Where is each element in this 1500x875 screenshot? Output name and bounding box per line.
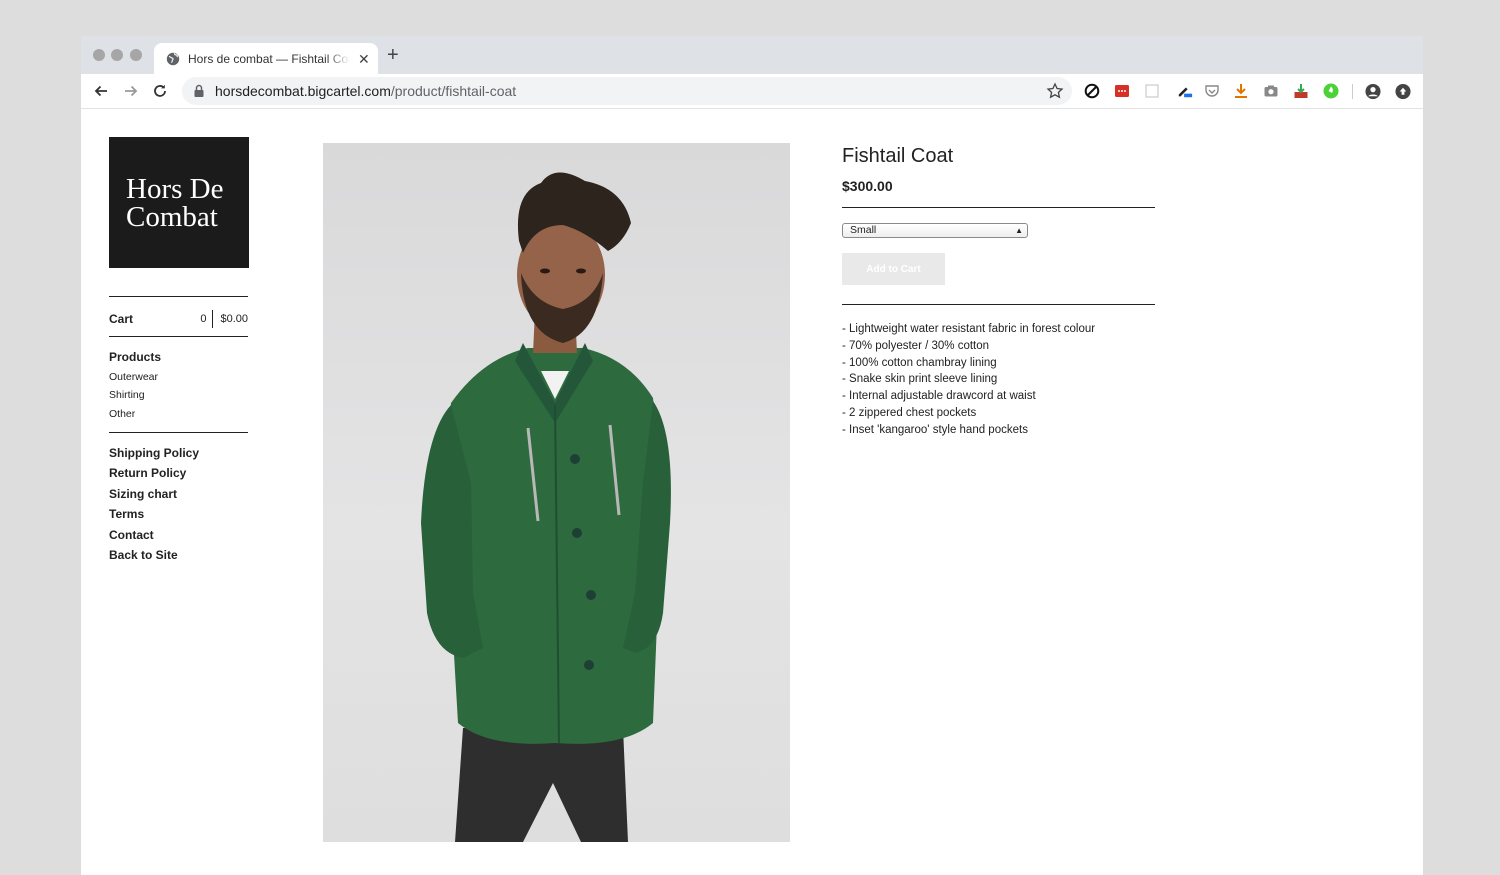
profile-icon[interactable] (1365, 83, 1381, 99)
block-icon[interactable] (1084, 83, 1100, 99)
product-price: $300.00 (842, 178, 893, 194)
maximize-window-button[interactable] (130, 49, 142, 61)
cart-label: Cart (109, 312, 134, 326)
reload-icon[interactable] (151, 82, 169, 100)
back-arrow-icon[interactable] (92, 82, 110, 100)
tab-title: Hors de combat — Fishtail Coat (188, 51, 350, 66)
description-line: - 2 zippered chest pockets (842, 406, 977, 419)
description-line: - 70% polyester / 30% cotton (842, 339, 990, 352)
inbox-download-icon[interactable] (1293, 83, 1309, 99)
sidebar-divider (109, 432, 248, 433)
tab-strip: Hors de combat — Fishtail Coat ✕ + (81, 36, 1423, 74)
url-path: /product/fishtail-coat (390, 83, 517, 99)
product-title: Fishtail Coat (842, 145, 954, 167)
product-photo[interactable] (323, 143, 790, 842)
cart-count: 0 (200, 313, 207, 325)
logo-line-2: Combat (126, 201, 218, 233)
category-shirting[interactable]: Shirting (109, 389, 145, 401)
camera-icon[interactable] (1263, 83, 1279, 99)
size-select-value: Small (850, 224, 877, 236)
lock-icon[interactable] (193, 84, 205, 98)
minimize-window-button[interactable] (111, 49, 123, 61)
ellipsis-extension-icon[interactable] (1114, 83, 1130, 99)
browser-toolbar: horsdecombat.bigcartel.com/product/fisht… (81, 74, 1423, 109)
cart-divider (212, 310, 214, 328)
description-line: - Lightweight water resistant fabric in … (842, 323, 1096, 335)
new-tab-button[interactable]: + (387, 45, 399, 65)
description-line: - Snake skin print sleeve lining (842, 373, 998, 386)
size-select[interactable]: Small ▲ (842, 223, 1028, 238)
globe-icon (166, 52, 180, 66)
category-outerwear[interactable]: Outerwear (109, 371, 158, 383)
download-arrow-icon[interactable] (1233, 83, 1249, 99)
pocket-icon[interactable] (1204, 83, 1220, 99)
select-arrows-icon: ▲ (1015, 226, 1023, 235)
tab-active[interactable]: Hors de combat — Fishtail Coat ✕ (154, 43, 378, 74)
add-to-cart-button[interactable]: Add to Cart (842, 253, 945, 285)
product-divider (842, 304, 1155, 305)
cart-summary[interactable]: Cart 0 $0.00 (109, 307, 248, 331)
url-host: horsdecombat.bigcartel.com (215, 83, 391, 99)
description-line: - 100% cotton chambray lining (842, 356, 997, 369)
logo-line-1: Hors De (126, 173, 224, 205)
sidebar-divider (109, 336, 248, 337)
green-extension-icon[interactable] (1323, 83, 1339, 99)
upload-circle-icon[interactable] (1395, 83, 1411, 99)
store-page: Hors De Combat Cart 0 $0.00 Products Out… (81, 110, 1423, 875)
products-heading[interactable]: Products (109, 350, 161, 364)
url-text: horsdecombat.bigcartel.com/product/fisht… (215, 83, 516, 99)
category-other[interactable]: Other (109, 408, 135, 420)
product-divider (842, 207, 1155, 208)
blank-page-icon[interactable] (1144, 83, 1160, 99)
store-logo[interactable]: Hors De Combat (109, 137, 249, 268)
description-line: - Inset 'kangaroo' style hand pockets (842, 423, 1028, 436)
browser-window: Hors de combat — Fishtail Coat ✕ + horsd… (81, 36, 1423, 875)
link-shipping-policy[interactable]: Shipping Policy (109, 446, 199, 460)
address-bar[interactable]: horsdecombat.bigcartel.com/product/fisht… (182, 77, 1072, 105)
tab-close-icon[interactable]: ✕ (358, 52, 370, 66)
link-sizing-chart[interactable]: Sizing chart (109, 487, 177, 501)
forward-arrow-icon[interactable] (122, 82, 140, 100)
close-window-button[interactable] (93, 49, 105, 61)
product-description: - Lightweight water resistant fabric in … (842, 321, 1095, 439)
toolbar-separator (1352, 84, 1353, 99)
link-return-policy[interactable]: Return Policy (109, 466, 186, 480)
pen-extension-icon[interactable] (1177, 83, 1193, 99)
bookmark-star-icon[interactable] (1046, 82, 1064, 100)
cart-total: $0.00 (220, 313, 248, 325)
link-contact[interactable]: Contact (109, 528, 154, 542)
link-terms[interactable]: Terms (109, 507, 144, 521)
sidebar-divider (109, 296, 248, 297)
description-line: - Internal adjustable drawcord at waist (842, 390, 1036, 403)
link-back-to-site[interactable]: Back to Site (109, 548, 178, 562)
